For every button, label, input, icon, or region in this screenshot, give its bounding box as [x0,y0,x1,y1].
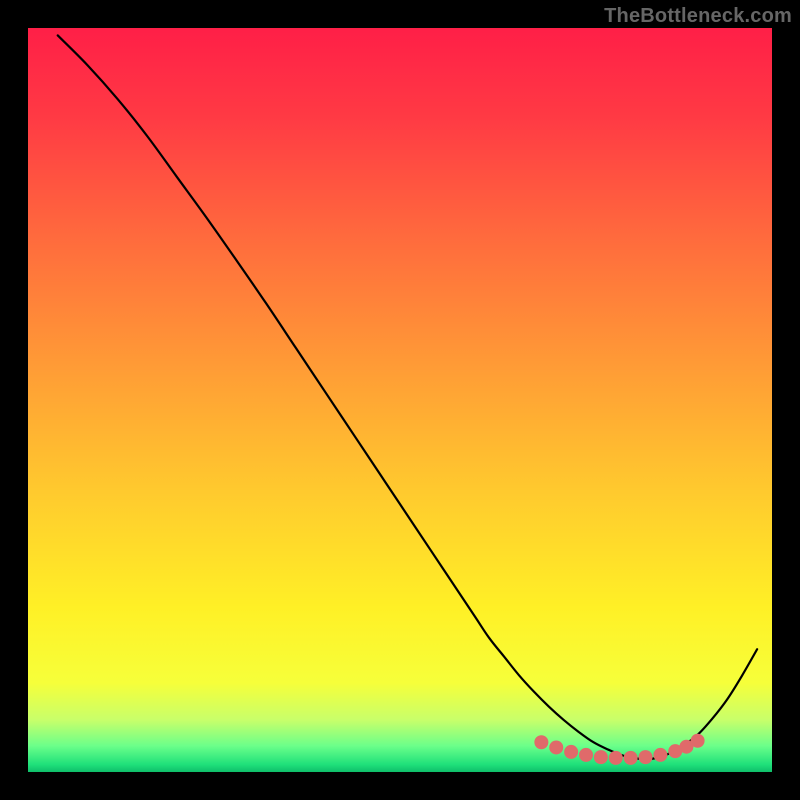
optimal-dot [534,735,548,749]
optimal-dot [609,751,623,765]
optimal-dot [549,740,563,754]
plot-background [28,28,772,772]
optimal-dot [653,748,667,762]
watermark-text: TheBottleneck.com [604,5,792,28]
optimal-dot [579,748,593,762]
bottleneck-chart [0,0,800,800]
optimal-dot [691,734,705,748]
optimal-dot [624,751,638,765]
optimal-dot [639,750,653,764]
optimal-dot [564,745,578,759]
chart-frame: TheBottleneck.com [0,0,800,800]
optimal-dot [594,750,608,764]
